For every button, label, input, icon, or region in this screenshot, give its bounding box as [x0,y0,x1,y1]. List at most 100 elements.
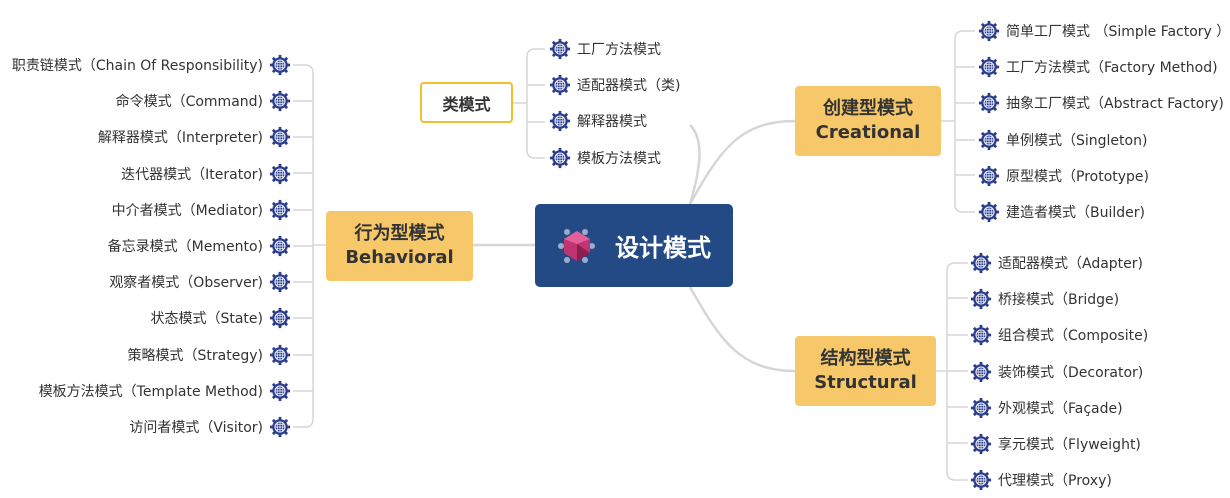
gear-globe-icon [269,307,291,329]
pattern-label: 工厂方法模式 [577,42,661,59]
pattern-label: 享元模式（Flyweight) [998,437,1141,454]
gear-globe-icon [970,397,992,419]
pattern-item[interactable]: 适配器模式（类) [549,67,680,103]
class-patterns-topic[interactable]: 类模式 [420,82,513,123]
gear-globe-icon [269,199,291,221]
pattern-label: 适配器模式（类) [577,78,681,95]
behavioral-list: 职责链模式（Chain Of Responsibility) 命令模式（Comma… [12,47,291,445]
pattern-label: 模板方法模式（Template Method) [38,383,263,400]
pattern-label: 建造者模式（Builder) [1006,205,1145,222]
pattern-label: 代理模式（Proxy) [998,473,1112,490]
pattern-label: 状态模式（State) [150,311,263,328]
pattern-label: 单例模式（Singleton) [1006,132,1148,149]
pattern-item[interactable]: 备忘录模式（Memento) [12,228,291,264]
pattern-item[interactable]: 适配器模式（Adapter) [970,245,1148,281]
pattern-item[interactable]: 状态模式（State) [12,300,291,336]
pattern-label: 抽象工厂模式（Abstract Factory) [1006,96,1224,113]
gear-globe-icon [549,38,571,60]
gear-globe-icon [269,416,291,438]
gear-globe-icon [269,90,291,112]
creational-topic[interactable]: 创建型模式 Creational [795,86,941,156]
pattern-label: 装饰模式（Decorator) [998,364,1144,381]
pattern-item[interactable]: 代理模式（Proxy) [970,462,1148,498]
class-patterns-list: 工厂方法模式适配器模式（类) 解释器模式模板方法模式 [549,31,680,176]
gear-globe-icon [970,361,992,383]
pattern-item[interactable]: 装饰模式（Decorator) [970,354,1148,390]
creational-label-en: Creational [815,122,921,143]
gear-globe-icon [549,110,571,132]
pattern-item[interactable]: 外观模式（Façade) [970,390,1148,426]
gear-globe-icon [970,324,992,346]
pattern-label: 职责链模式（Chain Of Responsibility) [11,58,263,75]
pattern-item[interactable]: 抽象工厂模式（Abstract Factory) [978,85,1230,121]
gear-globe-icon [978,20,1000,42]
gear-globe-icon [978,201,1000,223]
pattern-label: 桥接模式（Bridge) [998,292,1120,309]
gear-globe-icon [978,56,1000,78]
gear-globe-icon [970,433,992,455]
pattern-label: 简单工厂模式 （Simple Factory ） [1006,24,1230,41]
pattern-item[interactable]: 原型模式（Prototype) [978,158,1230,194]
pattern-item[interactable]: 组合模式（Composite) [970,317,1148,353]
pattern-label: 备忘录模式（Memento) [107,239,263,256]
pattern-item[interactable]: 享元模式（Flyweight) [970,426,1148,462]
pattern-item[interactable]: 模板方法模式 [549,140,680,176]
gear-globe-icon [269,271,291,293]
structural-label-en: Structural [814,372,917,393]
gear-globe-icon [269,54,291,76]
pattern-item[interactable]: 解释器模式（Interpreter) [12,119,291,155]
behavioral-topic[interactable]: 行为型模式 Behavioral [326,211,473,281]
behavioral-label-en: Behavioral [345,247,454,268]
pattern-label: 模板方法模式 [577,150,661,167]
pattern-item[interactable]: 建造者模式（Builder) [978,194,1230,230]
central-title: 设计模式 [615,234,711,262]
pattern-label: 工厂方法模式（Factory Method) [1006,60,1218,77]
pattern-item[interactable]: 访问者模式（Visitor) [12,409,291,445]
gear-globe-icon [978,92,1000,114]
pattern-item[interactable]: 解释器模式 [549,103,680,139]
gear-globe-icon [978,129,1000,151]
pattern-label: 解释器模式（Interpreter) [97,130,263,147]
pattern-label: 解释器模式 [577,114,647,131]
pattern-item[interactable]: 模板方法模式（Template Method) [12,373,291,409]
pattern-item[interactable]: 迭代器模式（Iterator) [12,156,291,192]
pattern-label: 适配器模式（Adapter) [998,256,1144,273]
pattern-item[interactable]: 桥接模式（Bridge) [970,281,1148,317]
creational-label-cn: 创建型模式 [823,98,913,119]
pattern-item[interactable]: 简单工厂模式 （Simple Factory ） [978,13,1230,49]
structural-list: 适配器模式（Adapter) 桥接模式（Bridge) 组合模式（Composite… [970,245,1148,498]
class-patterns-label: 类模式 [442,94,491,114]
gem-icon [558,228,595,263]
gear-globe-icon [549,74,571,96]
pattern-label: 策略模式（Strategy) [127,347,263,364]
pattern-item[interactable]: 观察者模式（Observer) [12,264,291,300]
gear-globe-icon [978,165,1000,187]
pattern-item[interactable]: 单例模式（Singleton) [978,122,1230,158]
pattern-item[interactable]: 策略模式（Strategy) [12,337,291,373]
pattern-label: 观察者模式（Observer) [109,275,263,292]
behavioral-label-cn: 行为型模式 [354,223,445,244]
pattern-label: 迭代器模式（Iterator) [121,166,263,183]
pattern-label: 访问者模式（Visitor) [129,419,263,436]
pattern-item[interactable]: 工厂方法模式 [549,31,680,67]
gear-globe-icon [549,147,571,169]
gear-globe-icon [269,163,291,185]
gear-globe-icon [269,380,291,402]
structural-label-cn: 结构型模式 [820,348,911,369]
pattern-label: 中介者模式（Mediator) [111,202,263,219]
pattern-label: 原型模式（Prototype) [1006,168,1150,185]
structural-topic[interactable]: 结构型模式 Structural [795,336,936,406]
gear-globe-icon [970,469,992,491]
pattern-item[interactable]: 职责链模式（Chain Of Responsibility) [12,47,291,83]
pattern-label: 外观模式（Façade) [998,400,1123,417]
pattern-item[interactable]: 中介者模式（Mediator) [12,192,291,228]
pattern-label: 命令模式（Command) [115,94,263,111]
central-topic[interactable]: 设计模式 [535,204,733,287]
pattern-item[interactable]: 命令模式（Command) [12,83,291,119]
gear-globe-icon [269,344,291,366]
pattern-item[interactable]: 工厂方法模式（Factory Method) [978,49,1230,85]
gear-globe-icon [269,235,291,257]
creational-list: 简单工厂模式 （Simple Factory ） 工厂方法模式（Factory M… [978,13,1230,230]
gear-globe-icon [970,288,992,310]
gear-globe-icon [269,126,291,148]
